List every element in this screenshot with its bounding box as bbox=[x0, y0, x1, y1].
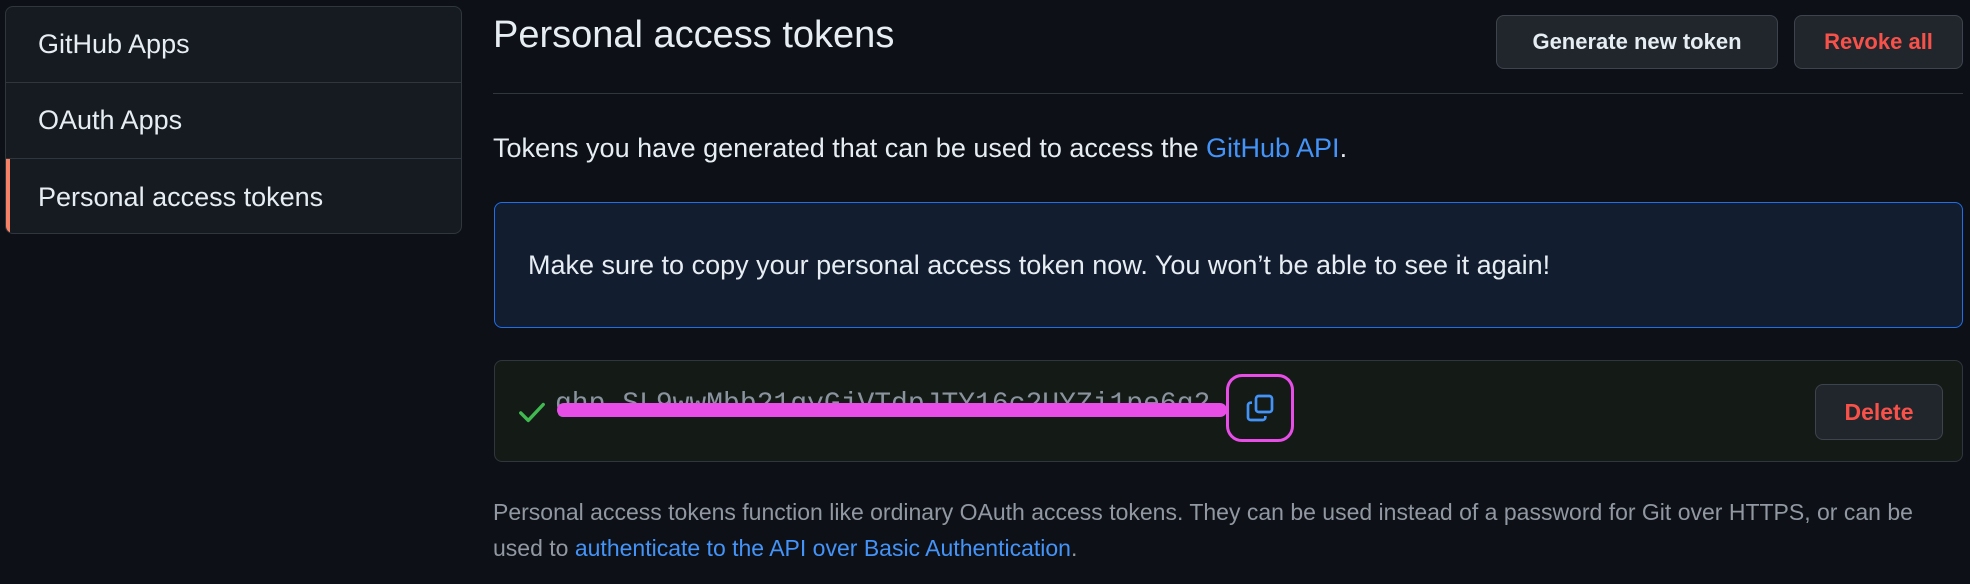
sidebar-item-oauth-apps[interactable]: OAuth Apps bbox=[6, 83, 461, 159]
sidebar-item-label: OAuth Apps bbox=[38, 105, 183, 135]
check-icon bbox=[519, 402, 545, 423]
note-text-after: . bbox=[1070, 535, 1078, 561]
sidebar-item-personal-access-tokens[interactable]: Personal access tokens bbox=[6, 159, 461, 233]
page-title: Personal access tokens bbox=[493, 14, 895, 56]
copy-icon bbox=[1246, 394, 1274, 422]
delete-token-button[interactable]: Delete bbox=[1815, 384, 1943, 440]
github-api-link[interactable]: GitHub API bbox=[1206, 133, 1340, 163]
token-description: Personal access tokens function like ord… bbox=[493, 494, 1963, 566]
copy-warning-flash: Make sure to copy your personal access t… bbox=[494, 202, 1963, 328]
sidebar-item-github-apps[interactable]: GitHub Apps bbox=[6, 7, 461, 83]
new-token-row: ghp_SL9wwMbb21gyGjVTdpJTY16c2UYZi1pe6g2 … bbox=[494, 360, 1963, 462]
generate-new-token-button[interactable]: Generate new token bbox=[1496, 15, 1778, 69]
sidebar-item-label: GitHub Apps bbox=[38, 29, 190, 59]
sidebar-item-label: Personal access tokens bbox=[38, 181, 324, 212]
revoke-all-button[interactable]: Revoke all bbox=[1794, 15, 1963, 69]
basic-auth-link[interactable]: authenticate to the API over Basic Authe… bbox=[575, 535, 1071, 561]
flash-message: Make sure to copy your personal access t… bbox=[528, 249, 1551, 280]
settings-sidebar: GitHub Apps OAuth Apps Personal access t… bbox=[5, 6, 462, 234]
intro-text-after: . bbox=[1339, 133, 1348, 163]
header-divider bbox=[493, 93, 1963, 94]
intro-text-before: Tokens you have generated that can be us… bbox=[493, 133, 1206, 163]
redaction-mark bbox=[557, 403, 1227, 417]
intro-text: Tokens you have generated that can be us… bbox=[493, 133, 1347, 164]
copy-token-button[interactable] bbox=[1226, 374, 1294, 442]
